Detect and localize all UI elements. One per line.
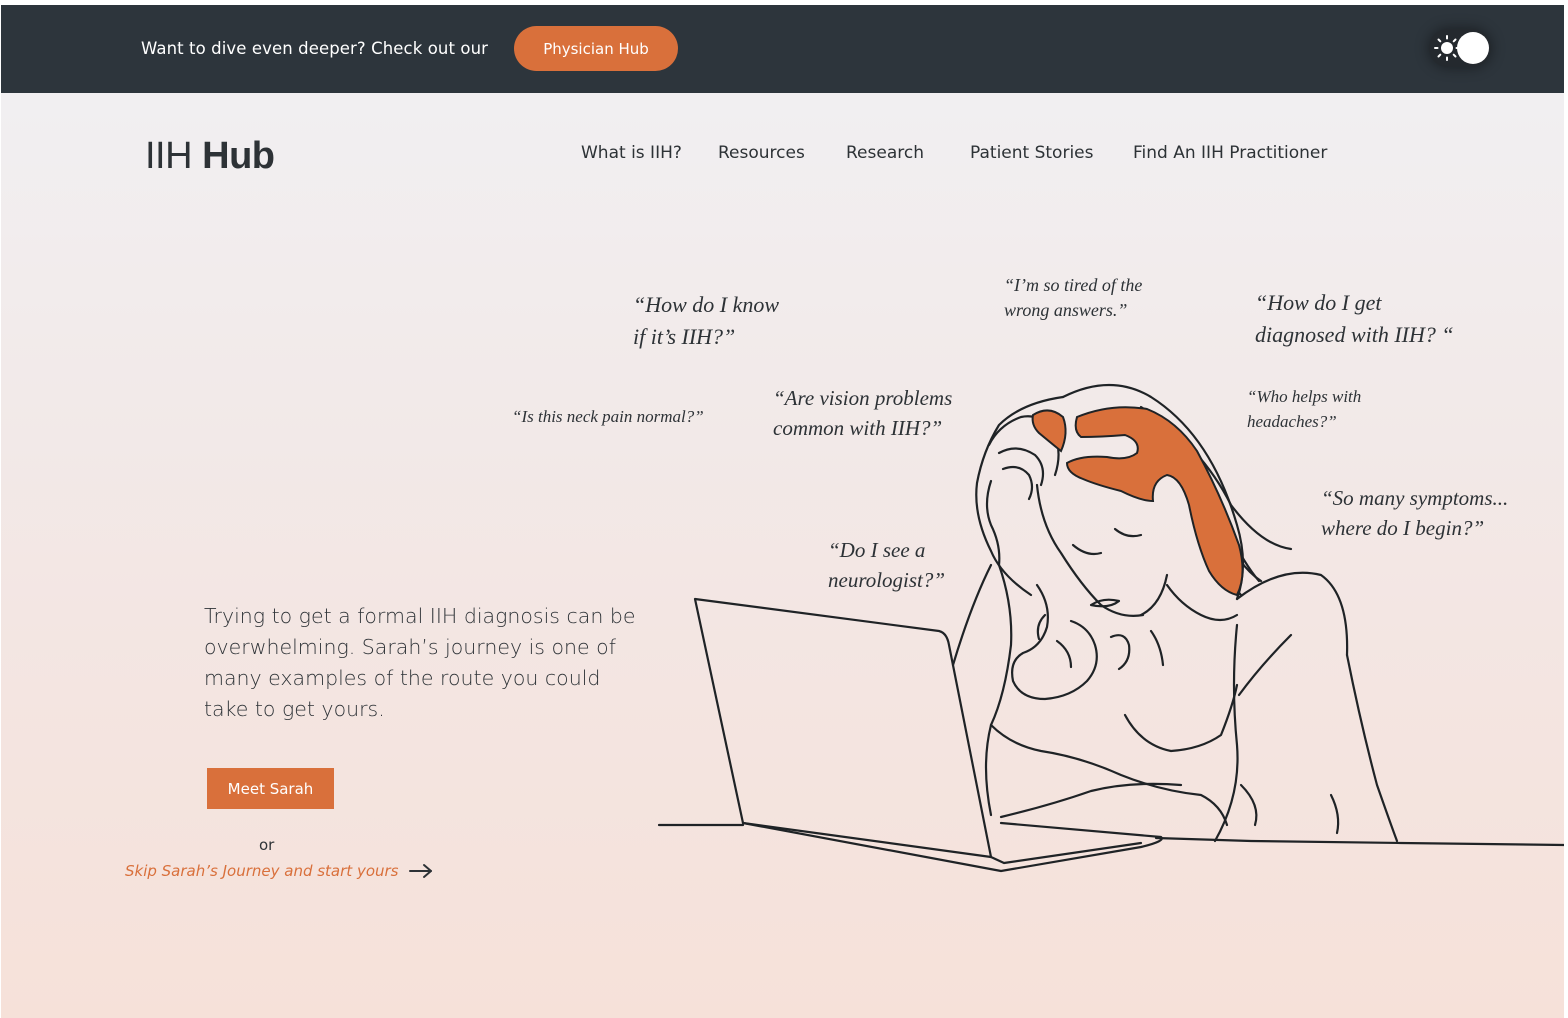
arrow-right-icon [408,864,432,878]
quote-vision-problems: “Are vision problems common with IIH?” [773,386,953,441]
quote-so-many-symptoms: “So many symptoms... where do I begin?” [1321,486,1509,541]
quote-how-get-diagnosed: “How do I get diagnosed with IIH? “ [1255,290,1454,347]
skip-journey-text: Skip Sarah’s Journey and start yours [125,862,399,880]
hero-description: Trying to get a formal IIH diagnosis can… [204,604,636,721]
quote-neck-pain: “Is this neck pain normal?” [512,407,704,426]
or-separator: or [259,836,275,854]
quote-tired-wrong-answers: “I’m so tired of the wrong answers.” [1004,275,1143,321]
quote-who-helps-headaches: “Who helps with headaches?” [1247,387,1362,431]
quote-how-know-iih: “How do I know if it’s IIH?” [633,292,780,349]
skip-journey-link[interactable]: Skip Sarah’s Journey and start yours [125,862,434,880]
page: Want to dive even deeper? Check out our … [1,5,1564,1018]
quote-see-neurologist: “Do I see a neurologist?” [828,538,946,593]
meet-sarah-button[interactable]: Meet Sarah [207,768,334,809]
